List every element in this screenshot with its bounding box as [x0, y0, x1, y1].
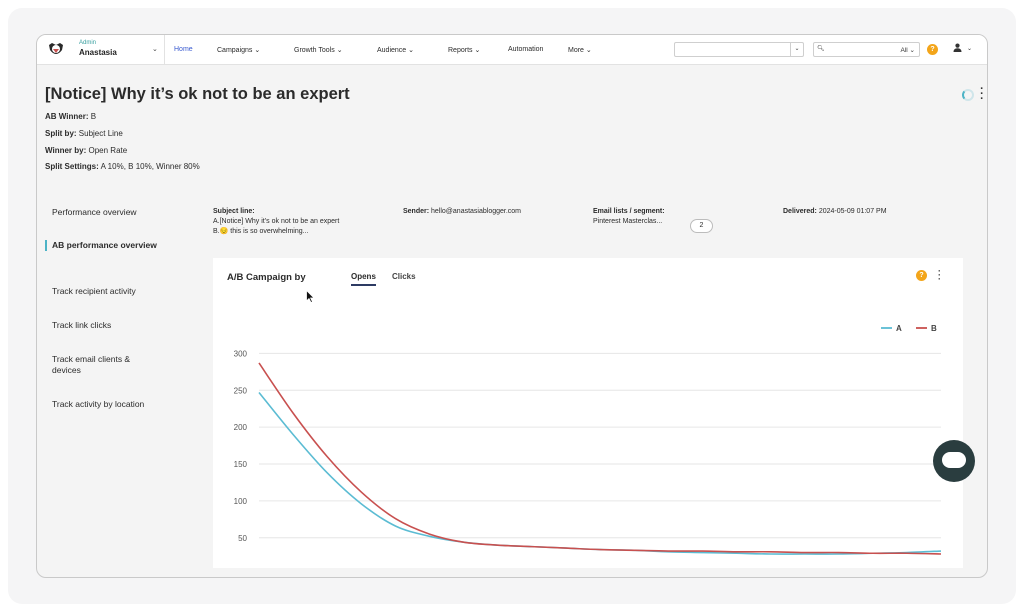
chevron-down-icon: ⌄	[474, 47, 481, 54]
meta-label: AB Winner:	[45, 112, 89, 121]
chevron-down-icon: ⌄	[408, 47, 415, 54]
user-icon[interactable]	[953, 43, 962, 54]
account-dropdown[interactable]: ⌄	[674, 42, 804, 57]
chat-bubble-icon	[942, 452, 966, 468]
logo-icon	[49, 43, 63, 54]
sidebar-item-track-link-clicks[interactable]: Track link clicks	[45, 320, 175, 331]
account-switcher[interactable]: Admin Anastasia	[79, 40, 117, 57]
y-tick-label: 250	[234, 386, 248, 395]
meta-label: Winner by:	[45, 146, 87, 155]
nav-more[interactable]: More ⌄	[568, 46, 592, 54]
sidebar-item-track-email-clients[interactable]: Track email clients & devices	[45, 354, 155, 376]
help-icon[interactable]: ?	[916, 270, 927, 281]
nav-home[interactable]: Home	[174, 46, 193, 53]
meta-label: Split Settings:	[45, 162, 99, 171]
split-by: Split by: Subject Line	[45, 129, 123, 138]
y-tick-label: 100	[234, 497, 248, 506]
more-options-icon[interactable]: · · ·	[938, 267, 941, 284]
chevron-down-icon: ⌄	[585, 47, 592, 54]
meta-value: B	[90, 112, 97, 121]
nav-label: More	[568, 47, 584, 54]
top-navigation-bar: Admin Anastasia ⌄ Home Campaigns ⌄ Growt…	[37, 35, 987, 65]
nav-growth-tools[interactable]: Growth Tools ⌄	[294, 46, 343, 54]
more-options-icon[interactable]: · · ·	[979, 84, 985, 105]
page-title: [Notice] Why it’s ok not to be an expert	[45, 85, 350, 103]
y-tick-label: 50	[238, 534, 247, 543]
delivered-value: 2024-05-09 01:07 PM	[818, 208, 887, 215]
split-settings: Split Settings: A 10%, B 10%, Winner 80%	[45, 162, 200, 171]
email-lists-more-badge[interactable]: 2	[690, 219, 713, 233]
sidebar-item-track-recipient-activity[interactable]: Track recipient activity	[45, 286, 175, 297]
nav-reports[interactable]: Reports ⌄	[448, 46, 480, 54]
delivered-label: Delivered:	[783, 208, 817, 215]
app-frame: Admin Anastasia ⌄ Home Campaigns ⌄ Growt…	[36, 34, 988, 578]
nav-label: Campaigns	[217, 47, 253, 54]
nav-campaigns[interactable]: Campaigns ⌄	[217, 46, 260, 54]
loading-spinner-icon	[962, 89, 974, 101]
sidebar-item-ab-performance-overview[interactable]: AB performance overview	[45, 240, 175, 251]
help-icon[interactable]: ?	[927, 44, 938, 55]
meta-value: Open Rate	[88, 146, 128, 155]
sender-value: hello@anastasiablogger.com	[431, 208, 522, 215]
nav-label: Reports	[448, 47, 473, 54]
email-lists-label: Email lists / segment:	[593, 208, 665, 215]
legend-label-b: B	[931, 324, 937, 333]
chevron-down-icon[interactable]: ⌄	[790, 43, 803, 56]
subject-a: A.[Notice] Why it’s ok not to be an expe…	[213, 218, 340, 225]
divider	[164, 35, 165, 65]
search-scope-select[interactable]: All ⌄	[901, 46, 916, 54]
nav-label: Growth Tools	[294, 47, 335, 54]
account-role: Admin	[79, 40, 97, 46]
ab-line-chart: 300 250 200 150 100 50 A B	[234, 324, 942, 555]
email-lists-value: Pinterest Masterclas...	[593, 218, 663, 225]
sidebar-item-track-activity-by-location[interactable]: Track activity by location	[45, 399, 145, 410]
tab-clicks[interactable]: Clicks	[392, 272, 416, 284]
sidebar-item-performance-overview[interactable]: Performance overview	[45, 207, 175, 218]
y-tick-label: 200	[234, 423, 248, 432]
subject-line-block: Subject line: A.[Notice] Why it’s ok not…	[213, 207, 339, 237]
series-line-b	[258, 362, 942, 555]
subject-b: B.😔 this is so overwhelming...	[213, 228, 309, 235]
chart-title: A/B Campaign by	[227, 272, 306, 283]
legend-label-a: A	[896, 324, 902, 333]
chevron-down-icon[interactable]: ⌄	[152, 45, 158, 53]
series-line-a	[258, 391, 942, 555]
y-tick-label: 150	[234, 460, 248, 469]
chevron-down-icon[interactable]: ⌄	[967, 45, 972, 52]
mouse-cursor-icon	[306, 290, 315, 303]
nav-label: Audience	[377, 47, 407, 54]
account-name: Anastasia	[79, 48, 117, 57]
sender-block: Sender: hello@anastasiablogger.com	[403, 207, 521, 217]
sender-label: Sender:	[403, 208, 430, 215]
tab-opens[interactable]: Opens	[351, 272, 376, 286]
email-lists-block: Email lists / segment: Pinterest Masterc…	[593, 207, 665, 227]
ab-winner: AB Winner: B	[45, 112, 96, 121]
search-icon: 🔍︎	[817, 46, 825, 52]
nav-audience[interactable]: Audience ⌄	[377, 46, 414, 54]
meta-label: Split by:	[45, 129, 77, 138]
nav-automation[interactable]: Automation	[508, 46, 543, 53]
delivered-block: Delivered: 2024-05-09 01:07 PM	[783, 207, 887, 217]
search-input[interactable]: 🔍︎ All ⌄	[813, 42, 920, 57]
chevron-down-icon: ⌄	[254, 47, 261, 54]
winner-by: Winner by: Open Rate	[45, 146, 127, 155]
ab-campaign-chart-card: 300 250 200 150 100 50 A B A/B Campaign by Open…	[213, 258, 963, 568]
y-tick-label: 300	[234, 349, 248, 358]
user-glyph	[953, 43, 962, 52]
chevron-down-icon: ⌄	[336, 47, 343, 54]
search-scope-label: All	[900, 47, 908, 54]
subject-label: Subject line:	[213, 208, 255, 215]
chat-support-button[interactable]	[933, 440, 975, 482]
meta-value: Subject Line	[78, 129, 123, 138]
meta-value: A 10%, B 10%, Winner 80%	[100, 162, 200, 171]
